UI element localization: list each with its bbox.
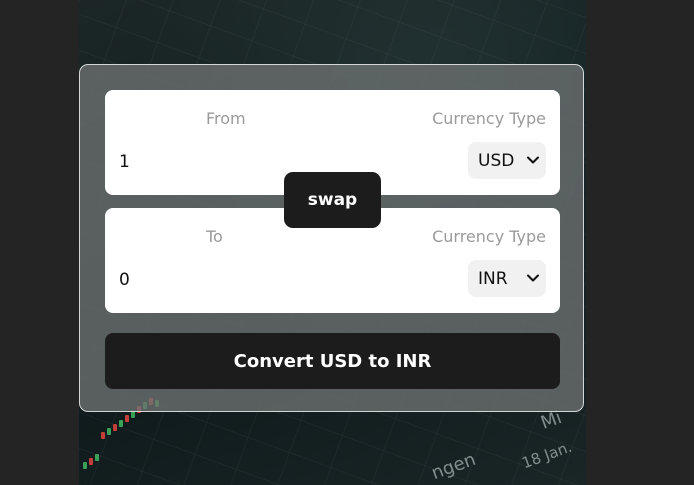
converter-card: From Currency Type USD To Currency Type … — [79, 64, 584, 412]
chevron-down-icon — [527, 274, 539, 282]
to-label: To — [206, 227, 223, 246]
chart-candle — [119, 420, 123, 427]
to-currency-select[interactable]: INR — [468, 260, 546, 297]
from-currency-value: USD — [478, 150, 515, 171]
chevron-down-icon — [527, 156, 539, 164]
chart-candle — [83, 462, 87, 469]
chart-candle — [107, 428, 111, 435]
to-amount-input[interactable] — [119, 262, 319, 298]
chart-candle — [113, 424, 117, 431]
chart-candle — [89, 458, 93, 465]
from-label: From — [206, 109, 246, 128]
chart-candle — [95, 454, 99, 461]
to-currency-value: INR — [478, 268, 508, 289]
convert-button[interactable]: Convert USD to INR — [105, 333, 560, 389]
from-currency-type-label: Currency Type — [432, 109, 546, 128]
from-currency-select[interactable]: USD — [468, 142, 546, 179]
chart-candle — [125, 415, 129, 422]
background-text-word: ngen — [428, 448, 479, 485]
to-currency-type-label: Currency Type — [432, 227, 546, 246]
background-text-date: 18 Jan. — [519, 437, 575, 473]
chart-candle — [101, 432, 105, 439]
swap-button[interactable]: swap — [284, 172, 381, 228]
chart-candle — [131, 411, 135, 418]
